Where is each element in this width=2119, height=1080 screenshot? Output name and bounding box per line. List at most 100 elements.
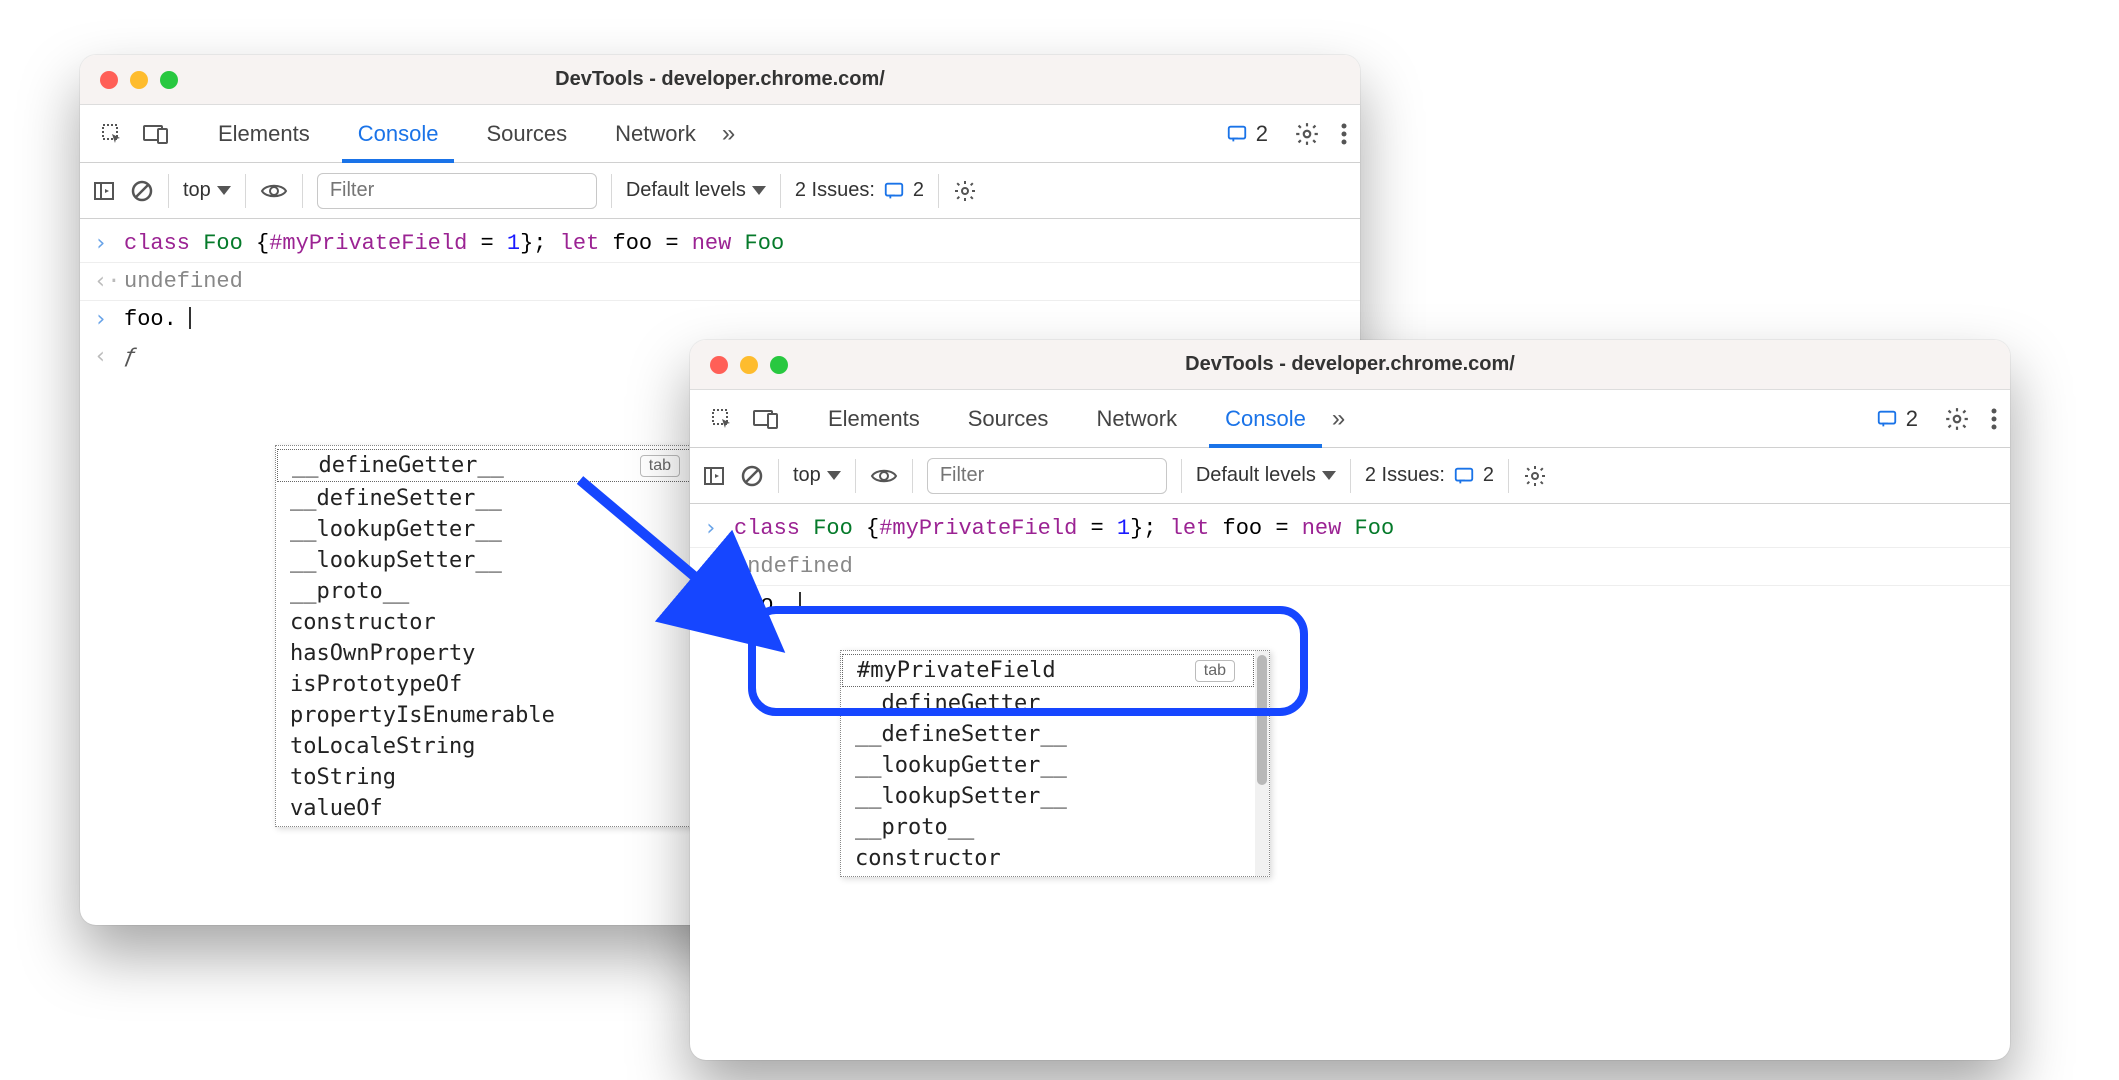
- minimize-window-button[interactable]: [740, 356, 758, 374]
- tab-sources[interactable]: Sources: [946, 390, 1071, 447]
- live-expression-icon[interactable]: [260, 181, 288, 201]
- typing-text: foo.: [124, 307, 177, 332]
- autocomplete-item[interactable]: __defineSetter__: [841, 719, 1255, 750]
- tab-sources[interactable]: Sources: [464, 105, 589, 162]
- autocomplete-item[interactable]: constructor: [276, 607, 700, 638]
- autocomplete-item[interactable]: toString: [276, 762, 700, 793]
- autocomplete-item-selected[interactable]: #myPrivateField tab: [842, 654, 1254, 687]
- autocomplete-item-label: #myPrivateField: [857, 658, 1056, 683]
- console-toolbar: top Default levels 2 Issues: 2: [80, 163, 1360, 219]
- autocomplete-item[interactable]: hasOwnProperty: [276, 638, 700, 669]
- maximize-window-button[interactable]: [160, 71, 178, 89]
- chevron-down-icon: [827, 471, 841, 480]
- autocomplete-item[interactable]: __proto__: [841, 812, 1255, 843]
- console-settings-icon[interactable]: [953, 179, 977, 203]
- toggle-drawer-icon[interactable]: [92, 179, 116, 203]
- console-body: › class Foo {#myPrivateField = 1}; let f…: [690, 504, 2010, 623]
- close-window-button[interactable]: [100, 71, 118, 89]
- chevron-down-icon: [1322, 471, 1336, 480]
- input-prompt-icon: ›: [704, 516, 722, 541]
- more-tabs-icon[interactable]: »: [1332, 405, 1345, 433]
- autocomplete-item[interactable]: propertyIsEnumerable: [276, 700, 700, 731]
- maximize-window-button[interactable]: [770, 356, 788, 374]
- live-expression-icon[interactable]: [870, 466, 898, 486]
- inspect-icon[interactable]: [702, 399, 742, 439]
- close-window-button[interactable]: [710, 356, 728, 374]
- traffic-lights: [100, 71, 178, 89]
- autocomplete-scrollbar[interactable]: [1255, 651, 1269, 876]
- tab-console[interactable]: Console: [1203, 390, 1328, 447]
- chevron-down-icon: [752, 186, 766, 195]
- scrollbar-thumb[interactable]: [1257, 655, 1267, 785]
- output-prompt-icon: ‹·: [94, 269, 112, 294]
- autocomplete-item[interactable]: __lookupGetter__: [841, 750, 1255, 781]
- filter-input[interactable]: [317, 173, 597, 209]
- tab-elements[interactable]: Elements: [196, 105, 332, 162]
- console-typing-row[interactable]: › foo.: [80, 301, 1360, 338]
- messages-badge[interactable]: 2: [1226, 121, 1268, 147]
- inspect-icon[interactable]: [92, 114, 132, 154]
- output-value: undefined: [734, 554, 853, 579]
- console-settings-icon[interactable]: [1523, 464, 1547, 488]
- messages-badge[interactable]: 2: [1876, 406, 1918, 432]
- window-title: DevTools - developer.chrome.com/: [690, 353, 2010, 376]
- device-toggle-icon[interactable]: [746, 399, 786, 439]
- console-input-row: › class Foo {#myPrivateField = 1}; let f…: [80, 225, 1360, 263]
- autocomplete-popup[interactable]: __defineGetter__ tab __defineSetter__ __…: [275, 445, 715, 827]
- minimize-window-button[interactable]: [130, 71, 148, 89]
- titlebar: DevTools - developer.chrome.com/: [80, 55, 1360, 105]
- autocomplete-item[interactable]: __proto__: [276, 576, 700, 607]
- context-label: top: [183, 179, 211, 202]
- issues-count: 2: [913, 179, 924, 202]
- more-tabs-icon[interactable]: »: [722, 120, 735, 148]
- issues-indicator[interactable]: 2 Issues: 2: [795, 179, 924, 202]
- autocomplete-item[interactable]: __lookupGetter__: [276, 514, 700, 545]
- messages-count: 2: [1256, 121, 1268, 147]
- autocomplete-item[interactable]: valueOf: [276, 793, 700, 824]
- toggle-drawer-icon[interactable]: [702, 464, 726, 488]
- console-input-row: › class Foo {#myPrivateField = 1}; let f…: [690, 510, 2010, 548]
- settings-icon[interactable]: [1944, 406, 1970, 432]
- context-selector[interactable]: top: [183, 179, 231, 202]
- clear-console-icon[interactable]: [740, 464, 764, 488]
- output-value: undefined: [124, 269, 243, 294]
- tab-network[interactable]: Network: [593, 105, 718, 162]
- main-tabstrip: Elements Sources Network Console » 2: [690, 390, 2010, 448]
- tab-elements[interactable]: Elements: [806, 390, 942, 447]
- levels-label: Default levels: [626, 179, 746, 202]
- log-levels-selector[interactable]: Default levels: [626, 179, 766, 202]
- console-toolbar: top Default levels 2 Issues: 2: [690, 448, 2010, 504]
- device-toggle-icon[interactable]: [136, 114, 176, 154]
- clear-console-icon[interactable]: [130, 179, 154, 203]
- autocomplete-item[interactable]: __defineSetter__: [276, 483, 700, 514]
- window-title: DevTools - developer.chrome.com/: [80, 68, 1360, 91]
- autocomplete-item[interactable]: __lookupSetter__: [841, 781, 1255, 812]
- console-typing-row[interactable]: › foo.: [690, 586, 2010, 623]
- autocomplete-item[interactable]: toLocaleString: [276, 731, 700, 762]
- issues-label: 2 Issues:: [1365, 464, 1445, 487]
- autocomplete-popup[interactable]: #myPrivateField tab __defineGetter__ __d…: [840, 650, 1270, 877]
- log-levels-selector[interactable]: Default levels: [1196, 464, 1336, 487]
- filter-input[interactable]: [927, 458, 1167, 494]
- levels-label: Default levels: [1196, 464, 1316, 487]
- settings-icon[interactable]: [1294, 121, 1320, 147]
- tab-network[interactable]: Network: [1074, 390, 1199, 447]
- traffic-lights: [710, 356, 788, 374]
- autocomplete-item[interactable]: isPrototypeOf: [276, 669, 700, 700]
- code-line: class Foo {#myPrivateField = 1}; let foo…: [124, 231, 784, 256]
- autocomplete-item[interactable]: __lookupSetter__: [276, 545, 700, 576]
- tab-console[interactable]: Console: [336, 105, 461, 162]
- autocomplete-item-selected[interactable]: __defineGetter__ tab: [277, 449, 699, 482]
- output-prompt-icon: ‹: [94, 344, 112, 369]
- autocomplete-item[interactable]: constructor: [841, 843, 1255, 874]
- titlebar: DevTools - developer.chrome.com/: [690, 340, 2010, 390]
- console-output-row: ‹· undefined: [690, 548, 2010, 586]
- context-selector[interactable]: top: [793, 464, 841, 487]
- main-tabstrip: Elements Console Sources Network » 2: [80, 105, 1360, 163]
- kebab-menu-icon[interactable]: [1340, 122, 1348, 146]
- input-prompt-icon: ›: [94, 231, 112, 256]
- autocomplete-item[interactable]: __defineGetter__: [841, 688, 1255, 719]
- issues-indicator[interactable]: 2 Issues: 2: [1365, 464, 1494, 487]
- kebab-menu-icon[interactable]: [1990, 407, 1998, 431]
- input-prompt-icon: ›: [94, 307, 112, 332]
